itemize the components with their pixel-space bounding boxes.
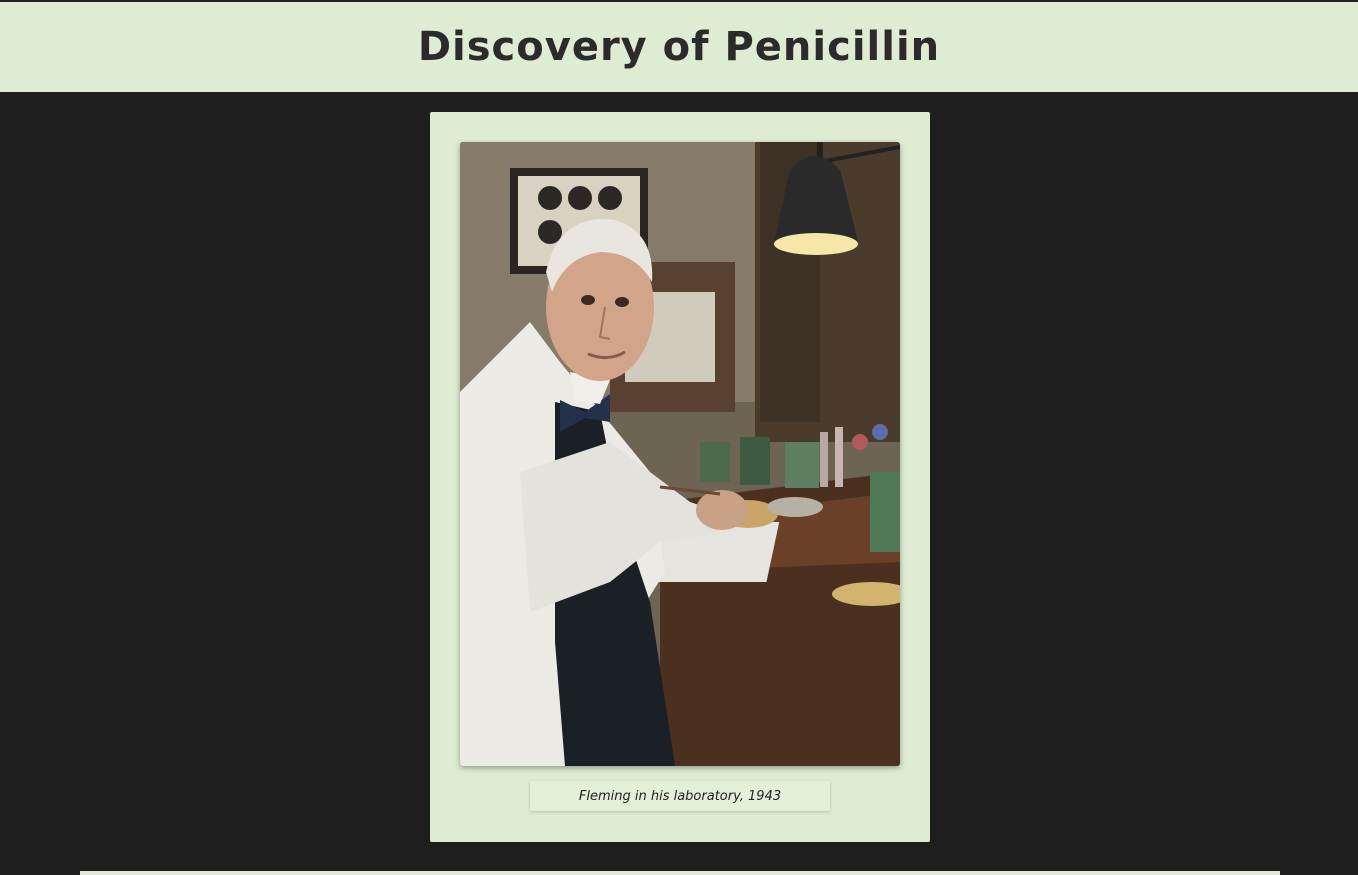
figure-card: Fleming in his laboratory, 1943 [430,112,930,842]
figure-caption: Fleming in his laboratory, 1943 [530,781,830,811]
page-title: Discovery of Penicillin [417,24,941,70]
portrait-photo-icon [460,142,900,766]
page-header: Discovery of Penicillin [0,2,1358,92]
next-section-edge [80,871,1280,875]
